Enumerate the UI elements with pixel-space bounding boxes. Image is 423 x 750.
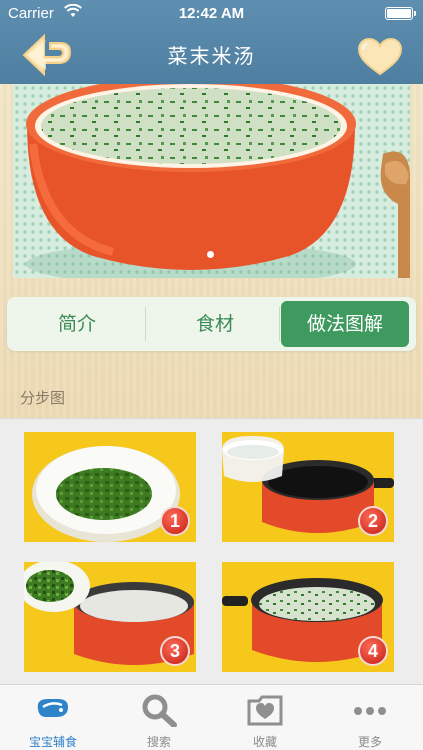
tabbar-item-favorites[interactable]: 收藏 [212,685,318,750]
page-indicator-dot [207,251,214,258]
tabbar-label: 收藏 [252,735,277,749]
bottom-tab-bar: 宝宝辅食 搜索 收藏 更多 [0,684,423,750]
step-number-badge: 2 [358,506,388,536]
search-icon [142,694,177,727]
step-image-4[interactable]: 4 [222,562,394,672]
navigation-bar: Carrier 12:42 AM 菜末米汤 [0,0,423,84]
step-image-2[interactable]: 2 [222,432,394,542]
tab-steps-illustrated[interactable]: 做法图解 [281,301,409,347]
battery-icon [385,7,416,20]
favorites-box-icon [247,695,283,726]
tabbar-label: 更多 [357,735,382,749]
recipe-photo[interactable] [13,84,410,278]
tabbar-item-more[interactable]: 更多 [317,685,423,750]
favorite-button[interactable] [357,37,403,76]
tabbar-item-search[interactable]: 搜索 [106,685,212,750]
tabbar-label: 宝宝辅食 [28,735,77,749]
step-image-3[interactable]: 3 [24,562,196,672]
soup-bowl-image [26,84,410,278]
baby-food-icon [37,699,68,717]
tabbar-item-baby-food[interactable]: 宝宝辅食 [0,685,106,750]
status-bar: Carrier 12:42 AM [0,0,423,26]
step-number-badge: 1 [160,506,190,536]
clock: 12:42 AM [178,5,245,22]
step-number-badge: 3 [160,636,190,666]
more-dots-icon [354,707,386,715]
tabbar-label: 搜索 [146,735,171,749]
step-number-badge: 4 [358,636,388,666]
heart-icon [357,37,403,76]
tab-intro[interactable]: 简介 [9,301,145,347]
recipe-tabs: 简介 食材 做法图解 [7,297,416,351]
tab-divider [145,307,146,341]
tab-divider [279,307,280,341]
section-title: 分步图 [20,389,66,407]
steps-grid: 1 2 3 4 [0,418,423,684]
step-image-1[interactable]: 1 [24,432,196,542]
tab-ingredients[interactable]: 食材 [147,301,283,347]
